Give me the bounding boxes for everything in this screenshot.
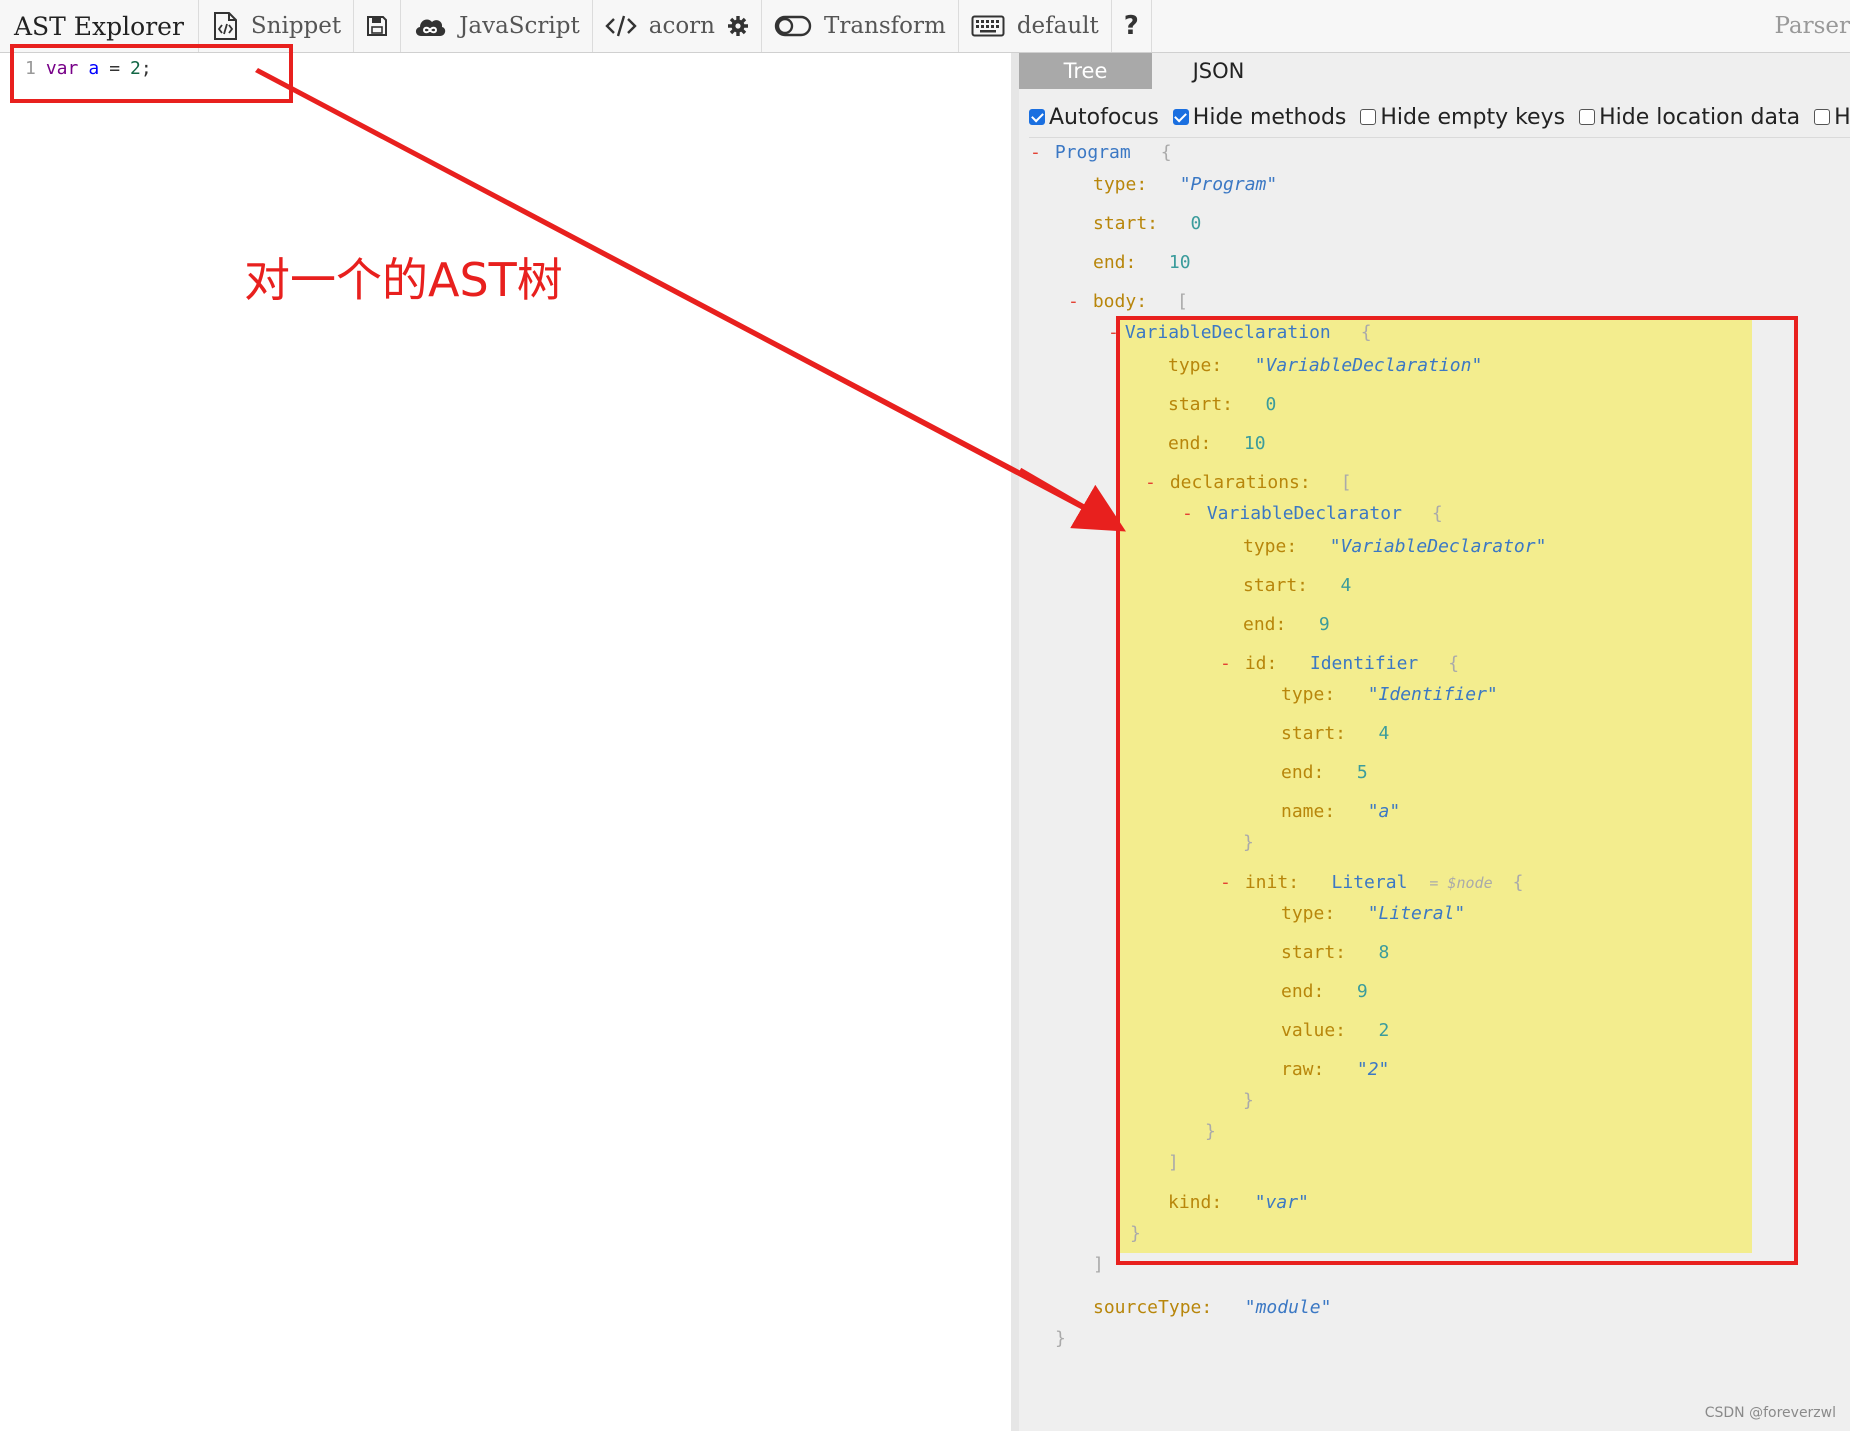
watermark: CSDN @foreverzwl <box>1704 1405 1836 1421</box>
annotation-arrow <box>255 68 1126 532</box>
